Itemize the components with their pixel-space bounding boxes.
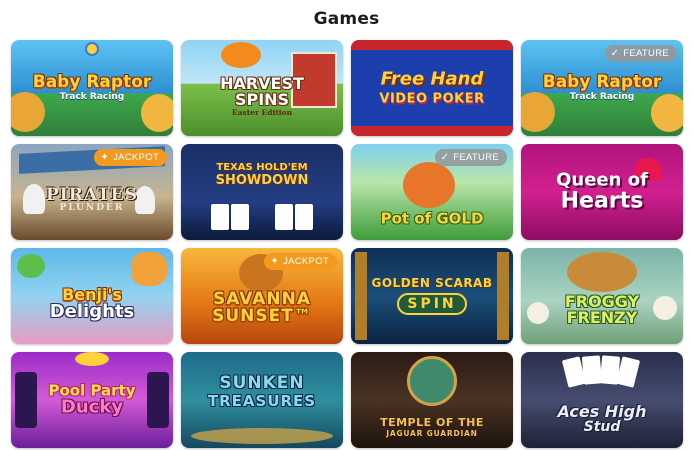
jackpot-badge: ✦ JACKPOT xyxy=(94,149,167,166)
game-logo: Free Hand VIDEO POKER xyxy=(379,68,485,107)
game-logo: Aces High Stud xyxy=(557,402,647,436)
playing-card-icon xyxy=(231,204,249,230)
game-tile-aces-high-stud[interactable]: Aces High Stud xyxy=(521,352,683,448)
check-circle-icon: ✓ xyxy=(440,151,450,163)
game-logo: PIRATES PLUNDER xyxy=(45,184,138,213)
game-logo: GOLDEN SCARAB SPIN xyxy=(351,277,513,315)
pumpkin-icon xyxy=(221,42,261,68)
game-logo: Pool Party Ducky xyxy=(48,381,136,418)
game-tile-pirates-plunder[interactable]: ✦ JACKPOT PIRATES PLUNDER xyxy=(11,144,173,240)
game-tile-queen-of-hearts[interactable]: Queen of Hearts xyxy=(521,144,683,240)
game-logo: Benji's Delights xyxy=(49,284,135,322)
check-circle-icon: ✓ xyxy=(610,47,620,59)
game-tile-benjis-delights[interactable]: Benji's Delights xyxy=(11,248,173,344)
duck-icon xyxy=(75,352,109,366)
game-logo: SUNKEN TREASURES xyxy=(207,373,317,411)
game-logo: TEMPLE OF THE JAGUAR GUARDIAN xyxy=(380,415,484,438)
game-tile-pot-of-gold[interactable]: ✓ FEATURE Pot of GOLD xyxy=(351,144,513,240)
feature-badge: ✓ FEATURE xyxy=(604,45,677,62)
game-tile-savanna-sunset[interactable]: ✦ JACKPOT SAVANNA SUNSET™ xyxy=(181,248,343,344)
bottom-stripe xyxy=(351,126,513,136)
playing-card-icon xyxy=(211,204,229,230)
games-grid: Baby Raptor Track Racing HARVEST SPINS E… xyxy=(11,40,683,448)
game-logo: FROGGY FRENZY xyxy=(564,292,640,328)
feature-badge: ✓ FEATURE xyxy=(434,149,507,166)
star-icon xyxy=(85,42,99,56)
game-tile-pool-party-ducky[interactable]: Pool Party Ducky xyxy=(11,352,173,448)
sparkle-icon: ✦ xyxy=(270,255,280,267)
game-tile-golden-scarab-spin[interactable]: GOLDEN SCARAB SPIN xyxy=(351,248,513,344)
page-title: Games xyxy=(313,9,380,29)
game-logo: Baby Raptor Track Racing xyxy=(542,72,662,102)
game-logo: TEXAS HOLD'EM SHOWDOWN xyxy=(215,161,309,188)
frog-character-icon xyxy=(17,254,45,278)
game-logo: HARVEST SPINS Easter Edition xyxy=(220,73,304,117)
game-logo: Baby Raptor Track Racing xyxy=(32,72,152,102)
game-tile-texas-holdem-showdown[interactable]: TEXAS HOLD'EM SHOWDOWN xyxy=(181,144,343,240)
coins-pile xyxy=(191,428,333,444)
game-tile-temple-jaguar-guardian[interactable]: TEMPLE OF THE JAGUAR GUARDIAN xyxy=(351,352,513,448)
game-logo: SAVANNA SUNSET™ xyxy=(212,288,312,326)
game-logo: Queen of Hearts xyxy=(556,169,648,214)
game-tile-harvest-spins[interactable]: HARVEST SPINS Easter Edition xyxy=(181,40,343,136)
game-tile-free-hand-video-poker[interactable]: Free Hand VIDEO POKER xyxy=(351,40,513,136)
game-tile-sunken-treasures[interactable]: SUNKEN TREASURES xyxy=(181,352,343,448)
fox-character-icon xyxy=(403,162,455,208)
cat-character-icon xyxy=(131,252,167,286)
game-logo: Pot of GOLD xyxy=(380,209,484,228)
game-tile-froggy-frenzy[interactable]: FROGGY FRENZY xyxy=(521,248,683,344)
playing-card-icon xyxy=(275,204,293,230)
sparkle-icon: ✦ xyxy=(100,151,110,163)
jaguar-mask-icon xyxy=(407,356,457,406)
frog-character-icon xyxy=(567,252,637,292)
playing-card-icon xyxy=(295,204,313,230)
jackpot-badge: ✦ JACKPOT xyxy=(264,253,337,270)
top-stripe xyxy=(351,40,513,50)
game-tile-baby-raptor[interactable]: Baby Raptor Track Racing xyxy=(11,40,173,136)
game-tile-baby-raptor-feature[interactable]: ✓ FEATURE Baby Raptor Track Racing xyxy=(521,40,683,136)
